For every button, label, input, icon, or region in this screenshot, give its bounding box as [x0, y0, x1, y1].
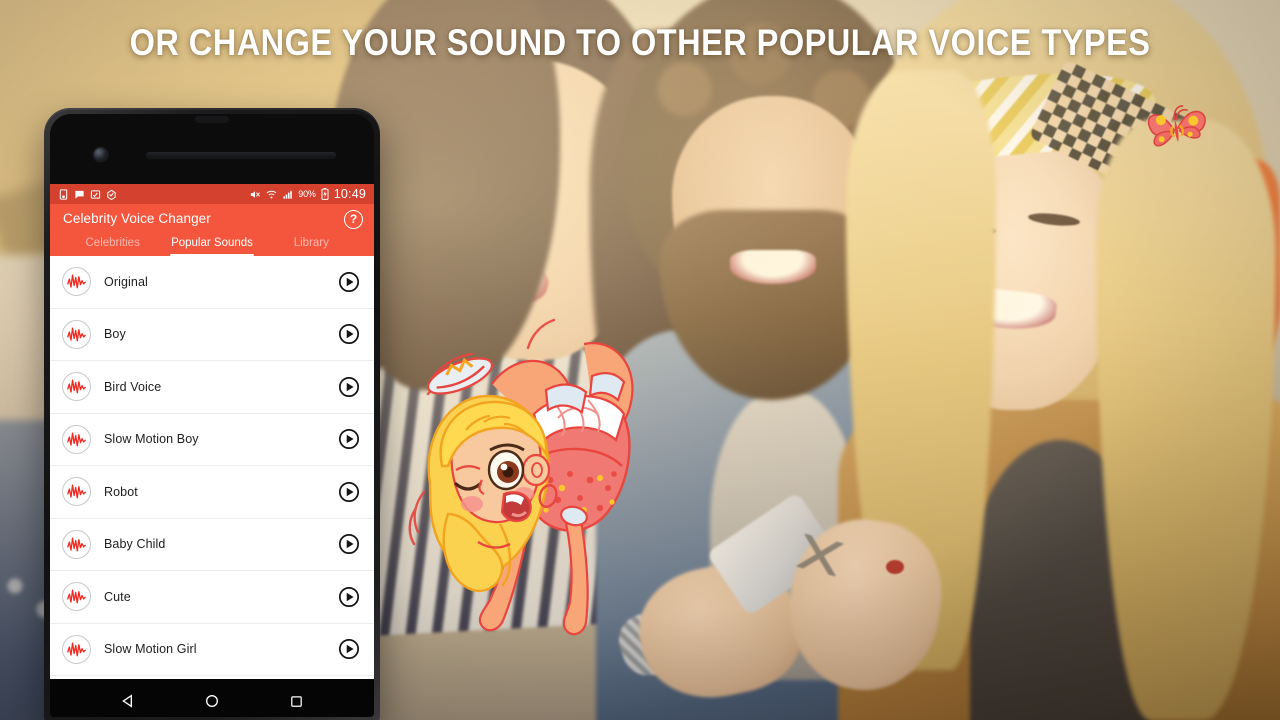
- battery-charging-icon: [321, 188, 329, 200]
- back-button[interactable]: [119, 692, 137, 710]
- list-item[interactable]: Baby Child: [50, 518, 374, 571]
- recents-button[interactable]: [287, 692, 305, 710]
- screenshot-icon: [90, 189, 101, 199]
- android-nav-bar: [50, 679, 374, 717]
- tab-celebrities[interactable]: Celebrities: [63, 237, 162, 256]
- cartoon-girl-icon: [408, 318, 634, 636]
- list-item-label: Original: [104, 274, 148, 289]
- wifi-icon: [266, 190, 277, 198]
- play-icon[interactable]: [338, 481, 360, 503]
- proximity-sensor-icon: [195, 116, 229, 123]
- battery-percent-label: 90%: [298, 189, 316, 199]
- butterfly-icon: [1147, 105, 1206, 147]
- play-icon[interactable]: [338, 638, 360, 660]
- app-update-icon: [107, 189, 116, 200]
- waveform-icon: [62, 372, 91, 402]
- status-bar-notifications: [58, 188, 117, 200]
- list-item-label: Bird Voice: [104, 379, 162, 394]
- list-item[interactable]: Cute: [50, 571, 374, 624]
- earpiece-speaker-icon: [146, 152, 336, 158]
- waveform-icon: [62, 319, 91, 349]
- tab-popular-sounds[interactable]: Popular Sounds: [162, 237, 261, 256]
- app-screen: 90% 10:49 Celebrity Voice Changer ? Cele…: [50, 184, 374, 679]
- waveform-icon: [62, 477, 91, 507]
- list-item-label: Cute: [104, 589, 131, 604]
- list-item[interactable]: Bird Voice: [50, 361, 374, 414]
- recents-square-icon: [290, 695, 302, 707]
- list-item-label: Boy: [104, 327, 126, 342]
- promo-headline: OR CHANGE YOUR SOUND TO OTHER POPULAR VO…: [129, 22, 1151, 63]
- volume-mute-icon: [251, 190, 261, 198]
- list-item[interactable]: Boy: [50, 308, 374, 361]
- home-circle-icon: [206, 695, 218, 707]
- play-icon[interactable]: [338, 586, 360, 608]
- cell-signal-icon: [283, 190, 293, 199]
- play-icon[interactable]: [338, 428, 360, 450]
- message-icon: [75, 190, 84, 199]
- play-icon[interactable]: [338, 323, 360, 345]
- app-bar: Celebrity Voice Changer ? Celebrities Po…: [50, 204, 374, 256]
- help-icon[interactable]: ?: [344, 210, 363, 229]
- phone-mockup: 90% 10:49 Celebrity Voice Changer ? Cele…: [44, 108, 380, 720]
- tab-bar: Celebrities Popular Sounds Library: [63, 237, 361, 256]
- list-item-label: Slow Motion Girl: [104, 642, 197, 657]
- voice-list: Original Boy Bird Voice Slow Motion Boy Robo…: [50, 256, 374, 679]
- play-icon[interactable]: [338, 271, 360, 293]
- tab-library[interactable]: Library: [262, 237, 361, 256]
- phone-screen-container: 90% 10:49 Celebrity Voice Changer ? Cele…: [50, 114, 374, 717]
- notification-icon: [59, 188, 68, 200]
- list-item[interactable]: Original: [50, 256, 374, 309]
- waveform-icon: [62, 634, 91, 664]
- list-item-label: Robot: [104, 484, 138, 499]
- app-title: Celebrity Voice Changer: [63, 211, 211, 226]
- list-item[interactable]: Robot: [50, 466, 374, 519]
- waveform-icon: [62, 267, 91, 297]
- waveform-icon: [62, 582, 91, 612]
- status-bar: 90% 10:49: [50, 184, 374, 204]
- list-item[interactable]: Slow Motion Girl: [50, 623, 374, 676]
- waveform-icon: [62, 424, 91, 454]
- play-icon[interactable]: [338, 376, 360, 398]
- play-icon[interactable]: [338, 533, 360, 555]
- home-button[interactable]: [203, 692, 221, 710]
- list-item[interactable]: Slow Motion Boy: [50, 413, 374, 466]
- waveform-icon: [62, 529, 91, 559]
- back-triangle-icon: [122, 694, 132, 708]
- phone-top-bezel: [50, 114, 374, 184]
- list-item-label: Baby Child: [104, 537, 166, 552]
- front-camera-icon: [94, 148, 107, 161]
- list-item-label: Slow Motion Boy: [104, 432, 199, 447]
- status-bar-system: 90% 10:49: [249, 187, 366, 201]
- clock-label: 10:49: [333, 187, 366, 201]
